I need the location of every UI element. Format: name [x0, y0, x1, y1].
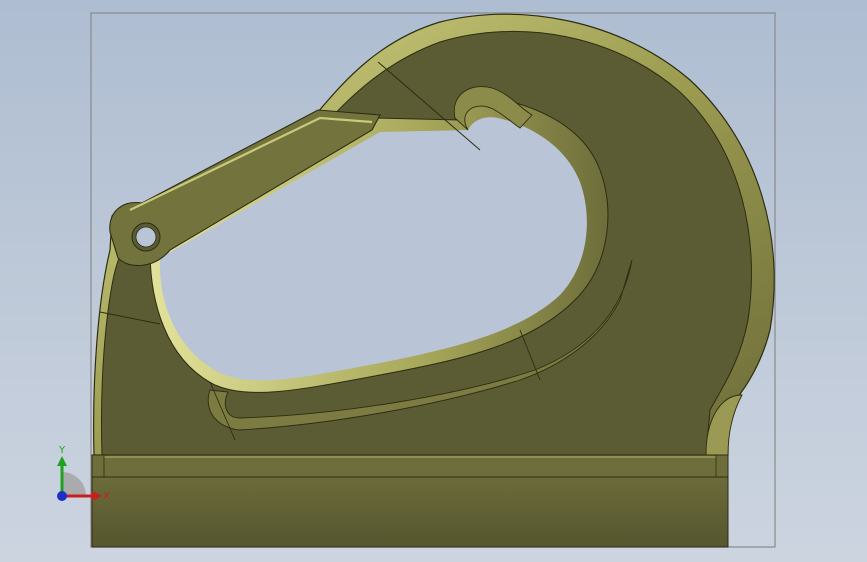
- triad-y-arrow: [57, 456, 67, 466]
- triad-shadow: [62, 472, 86, 496]
- base-plate[interactable]: [91, 454, 729, 548]
- base-plate-body: [91, 476, 729, 548]
- triad-z-axis: [57, 491, 67, 501]
- graphics-viewport[interactable]: Y X: [0, 0, 867, 562]
- model-canvas[interactable]: Y X: [0, 0, 867, 562]
- hook-body[interactable]: [93, 13, 775, 456]
- latch-pivot-bore: [135, 226, 157, 248]
- base-plate-top-strip: [91, 454, 729, 478]
- triad-x-label: X: [103, 491, 110, 502]
- triad-y-label: Y: [58, 445, 66, 456]
